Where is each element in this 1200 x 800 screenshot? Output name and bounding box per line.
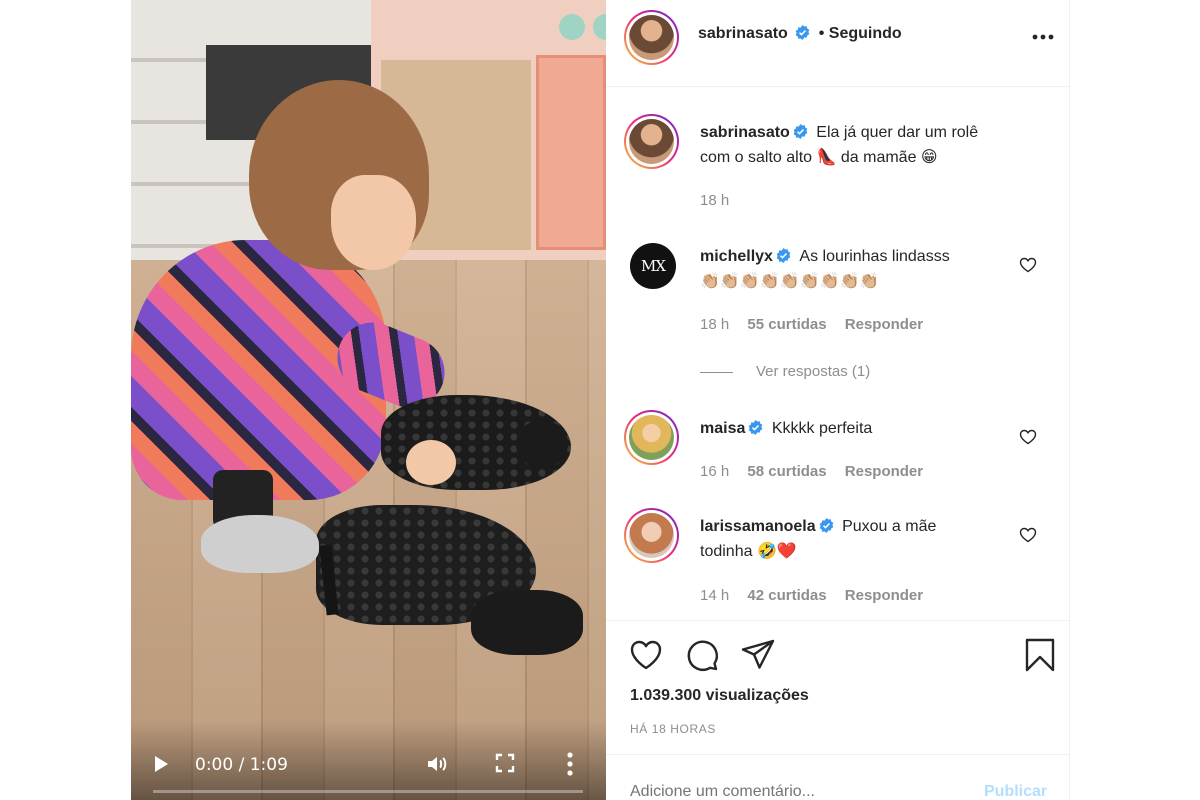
comment-icon[interactable] xyxy=(684,637,720,673)
video-controls: 0:00 / 1:09 xyxy=(131,720,606,800)
comment-text-line2: 👏🏼👏🏼👏🏼👏🏼👏🏼👏🏼👏🏼👏🏼👏🏼 xyxy=(700,273,880,290)
caption-text-line2: com o salto alto 👠 da mamãe 😁 xyxy=(700,149,938,166)
comment-avatar-michellyx[interactable]: MX xyxy=(630,243,676,289)
comment-username[interactable]: michellyx xyxy=(700,248,773,265)
reply-button[interactable]: Responder xyxy=(845,463,923,480)
caption-text-line1: Ela já quer dar um rolê xyxy=(816,124,979,141)
verified-icon xyxy=(819,518,833,533)
comment-text-line2: todinha 🤣❤️ xyxy=(700,543,797,560)
comment-meta: 18 h 55 curtidas Responder xyxy=(700,316,937,333)
comment-text: Puxou a mãe xyxy=(842,518,937,535)
comment-meta: 14 h 42 curtidas Responder xyxy=(700,587,937,604)
views-count: 1.039.300 visualizações xyxy=(630,687,809,704)
reply-button[interactable]: Responder xyxy=(845,316,923,333)
comment-text: Kkkkk perfeita xyxy=(771,420,873,437)
bookmark-icon[interactable] xyxy=(1022,637,1058,673)
caption-avatar[interactable] xyxy=(624,114,679,169)
comment-username[interactable]: maisa xyxy=(700,420,745,437)
like-comment-heart-icon[interactable] xyxy=(1019,527,1037,543)
comment-input[interactable] xyxy=(630,783,960,800)
verified-icon xyxy=(795,25,810,40)
video-frame xyxy=(131,0,606,800)
author-avatar[interactable] xyxy=(624,10,679,65)
share-icon[interactable] xyxy=(740,637,776,673)
post-timestamp: HÁ 18 HORAS xyxy=(630,722,716,736)
add-comment-bar: Publicar xyxy=(606,754,1070,800)
post-video[interactable]: 0:00 / 1:09 xyxy=(131,0,606,800)
caption-time: 18 h xyxy=(700,192,730,209)
comment-time: 14 h xyxy=(700,587,730,604)
publish-button[interactable]: Publicar xyxy=(984,783,1047,800)
post-sidebar: sabrinasato • Seguindo sabrinasato Ela j… xyxy=(606,0,1070,800)
replies-divider xyxy=(700,372,733,373)
reply-button[interactable]: Responder xyxy=(845,587,923,604)
comment-username[interactable]: larissamanoela xyxy=(700,518,816,535)
play-icon[interactable] xyxy=(155,756,168,772)
post-header: sabrinasato • Seguindo xyxy=(606,0,1070,87)
video-time: 0:00 / 1:09 xyxy=(195,755,288,775)
volume-icon[interactable] xyxy=(425,752,449,776)
like-comment-heart-icon[interactable] xyxy=(1019,257,1037,273)
heart-icon[interactable] xyxy=(628,637,664,673)
comment-avatar-larissamanoela[interactable] xyxy=(624,508,679,563)
following-button[interactable]: • Seguindo xyxy=(819,25,902,42)
fullscreen-icon[interactable] xyxy=(495,753,515,773)
video-progress-bar[interactable] xyxy=(153,790,583,793)
comment-time: 16 h xyxy=(700,463,730,480)
comment-likes[interactable]: 55 curtidas xyxy=(747,316,826,333)
comment-meta: 16 h 58 curtidas Responder xyxy=(700,463,937,480)
like-comment-heart-icon[interactable] xyxy=(1019,429,1037,445)
comment-time: 18 h xyxy=(700,316,730,333)
verified-icon xyxy=(793,124,808,139)
comment-avatar-maisa[interactable] xyxy=(624,410,679,465)
author-username[interactable]: sabrinasato xyxy=(698,25,788,42)
comment-maisa: maisa Kkkkk perfeita xyxy=(700,416,1020,441)
comment-likes[interactable]: 58 curtidas xyxy=(747,463,826,480)
caption: sabrinasato Ela já quer dar um rolê com … xyxy=(700,120,1040,170)
comment-likes[interactable]: 42 curtidas xyxy=(747,587,826,604)
more-options-icon[interactable] xyxy=(1032,34,1054,40)
comment-michellyx: michellyx As lourinhas lindasss 👏🏼👏🏼👏🏼👏🏼… xyxy=(700,244,1020,294)
verified-icon xyxy=(749,420,763,435)
caption-username[interactable]: sabrinasato xyxy=(700,124,790,141)
video-more-icon[interactable] xyxy=(567,751,573,777)
post-actions: 1.039.300 visualizações HÁ 18 HORAS Publ… xyxy=(606,620,1070,800)
comment-text: As lourinhas lindasss xyxy=(799,248,950,265)
verified-icon xyxy=(776,248,791,263)
comment-larissamanoela: larissamanoela Puxou a mãe todinha 🤣❤️ xyxy=(700,514,1020,564)
view-replies-button[interactable]: Ver respostas (1) xyxy=(756,363,870,380)
